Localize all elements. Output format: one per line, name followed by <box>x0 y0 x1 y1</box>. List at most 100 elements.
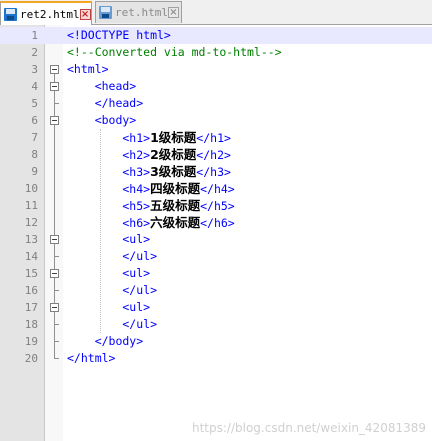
line-number: 7 <box>31 131 38 144</box>
line-number: 15 <box>24 267 38 280</box>
comment-token: <!--Converted via md-to-html--> <box>67 45 282 59</box>
code-text: <!DOCTYPE html> <box>67 27 171 44</box>
html-tag-token: </h1> <box>196 131 231 145</box>
html-tag-token: </h2> <box>196 148 231 162</box>
line-number: 16 <box>24 284 38 297</box>
code-line[interactable]: 3 <html> <box>0 61 432 78</box>
line-number: 6 <box>31 114 38 127</box>
html-tag-token: <!DOCTYPE html> <box>67 28 171 42</box>
html-tag-token: <h6> <box>67 216 151 230</box>
code-line[interactable]: 15 <ul> <box>0 265 432 282</box>
code-text: <ul> <box>67 299 150 316</box>
text-token: 2级标题 <box>150 147 197 162</box>
line-number: 18 <box>24 318 38 331</box>
html-tag-token: <html> <box>67 62 109 76</box>
code-line[interactable]: 8 <h2>2级标题</h2> <box>0 146 432 163</box>
html-tag-token: <h2> <box>67 148 151 162</box>
code-line[interactable]: 4 <head> <box>0 78 432 95</box>
code-line[interactable]: 16 </ul> <box>0 282 432 299</box>
code-text: <h4>四级标题</h4> <box>67 180 235 197</box>
html-tag-token: </ul> <box>67 283 158 297</box>
fold-toggle-icon[interactable] <box>50 82 59 91</box>
line-number: 10 <box>24 182 38 195</box>
line-number: 12 <box>24 216 38 229</box>
code-line[interactable]: 12 <h6>六级标题</h6> <box>0 214 432 231</box>
html-tag-token: <body> <box>67 113 137 127</box>
html-tag-token: <ul> <box>67 266 151 280</box>
tab-ret-html[interactable]: ret.html × <box>95 1 182 23</box>
code-line[interactable]: 7 <h1>1级标题</h1> <box>0 129 432 146</box>
line-number: 2 <box>31 46 38 59</box>
text-token: 1级标题 <box>150 130 197 145</box>
code-text: <h1>1级标题</h1> <box>67 129 231 146</box>
html-tag-token: <ul> <box>67 232 151 246</box>
code-text: <body> <box>67 112 137 129</box>
code-editor[interactable]: 1 <!DOCTYPE html> 2 <!--Converted via md-to… <box>0 25 432 441</box>
code-line[interactable]: 13 <ul> <box>0 231 432 248</box>
fold-toggle-icon[interactable] <box>50 65 59 74</box>
text-token: 五级标题 <box>150 198 201 213</box>
html-tag-token: </h5> <box>200 199 235 213</box>
html-tag-token: <ul> <box>67 300 151 314</box>
tab-ret2-html[interactable]: ret2.html × <box>0 1 92 25</box>
fold-toggle-icon[interactable] <box>50 116 59 125</box>
code-line[interactable]: 9 <h3>3级标题</h3> <box>0 163 432 180</box>
code-line[interactable]: 10 <h4>四级标题</h4> <box>0 180 432 197</box>
html-tag-token: <h5> <box>67 199 151 213</box>
text-token: 四级标题 <box>150 181 201 196</box>
html-tag-token: </head> <box>67 96 144 110</box>
indent-guide <box>100 129 101 333</box>
close-icon[interactable]: × <box>79 8 91 20</box>
html-tag-token: </body> <box>67 334 144 348</box>
code-line[interactable]: 1 <!DOCTYPE html> <box>0 27 432 44</box>
code-line[interactable]: 20 </html> <box>0 350 432 367</box>
fold-toggle-icon[interactable] <box>50 269 59 278</box>
code-line[interactable]: 14 </ul> <box>0 248 432 265</box>
code-line[interactable]: 2 <!--Converted via md-to-html--> <box>0 44 432 61</box>
code-text: <ul> <box>67 231 150 248</box>
code-line[interactable]: 19 </body> <box>0 333 432 350</box>
tab-label: ret.html <box>115 6 168 19</box>
line-number: 13 <box>24 233 38 246</box>
line-number: 17 <box>24 301 38 314</box>
code-text: <head> <box>67 78 137 95</box>
fold-toggle-icon[interactable] <box>50 303 59 312</box>
line-number: 3 <box>31 63 38 76</box>
code-text: <h3>3级标题</h3> <box>67 163 231 180</box>
line-number: 4 <box>31 80 38 93</box>
line-number: 9 <box>31 165 38 178</box>
code-text: <h6>六级标题</h6> <box>67 214 234 231</box>
html-tag-token: <head> <box>67 79 137 93</box>
code-text: <h5>五级标题</h5> <box>67 197 235 214</box>
html-tag-token: </h3> <box>196 165 231 179</box>
line-number: 8 <box>31 148 38 161</box>
line-number: 19 <box>24 335 38 348</box>
fold-toggle-icon[interactable] <box>50 235 59 244</box>
code-text: </body> <box>67 333 143 350</box>
line-number: 5 <box>31 97 38 110</box>
fold-end-marker <box>54 103 59 104</box>
code-line[interactable]: 18 </ul> <box>0 316 432 333</box>
code-line[interactable]: 5 </head> <box>0 95 432 112</box>
line-number: 20 <box>24 352 38 365</box>
fold-end-marker <box>54 324 59 325</box>
html-tag-token: <h3> <box>67 165 151 179</box>
line-number: 11 <box>24 199 38 212</box>
html-tag-token: </ul> <box>67 317 158 331</box>
code-line[interactable]: 17 <ul> <box>0 299 432 316</box>
code-line[interactable]: 11 <h5>五级标题</h5> <box>0 197 432 214</box>
code-text: <ul> <box>67 265 150 282</box>
html-tag-token: </html> <box>67 351 116 365</box>
html-tag-token: </h4> <box>200 182 235 196</box>
watermark: https://blog.csdn.net/weixin_42081389 <box>191 421 426 435</box>
code-text: <html> <box>67 61 109 78</box>
html-tag-token: </ul> <box>67 249 158 263</box>
fold-end-marker <box>54 256 59 257</box>
code-line[interactable]: 6 <body> <box>0 112 432 129</box>
tab-bar: ret2.html × ret.html × <box>0 0 432 25</box>
close-icon[interactable]: × <box>167 7 179 18</box>
save-file-icon <box>99 6 112 19</box>
code-text: <h2>2级标题</h2> <box>67 146 231 163</box>
fold-end-marker <box>54 341 59 342</box>
html-tag-token: <h4> <box>67 182 151 196</box>
